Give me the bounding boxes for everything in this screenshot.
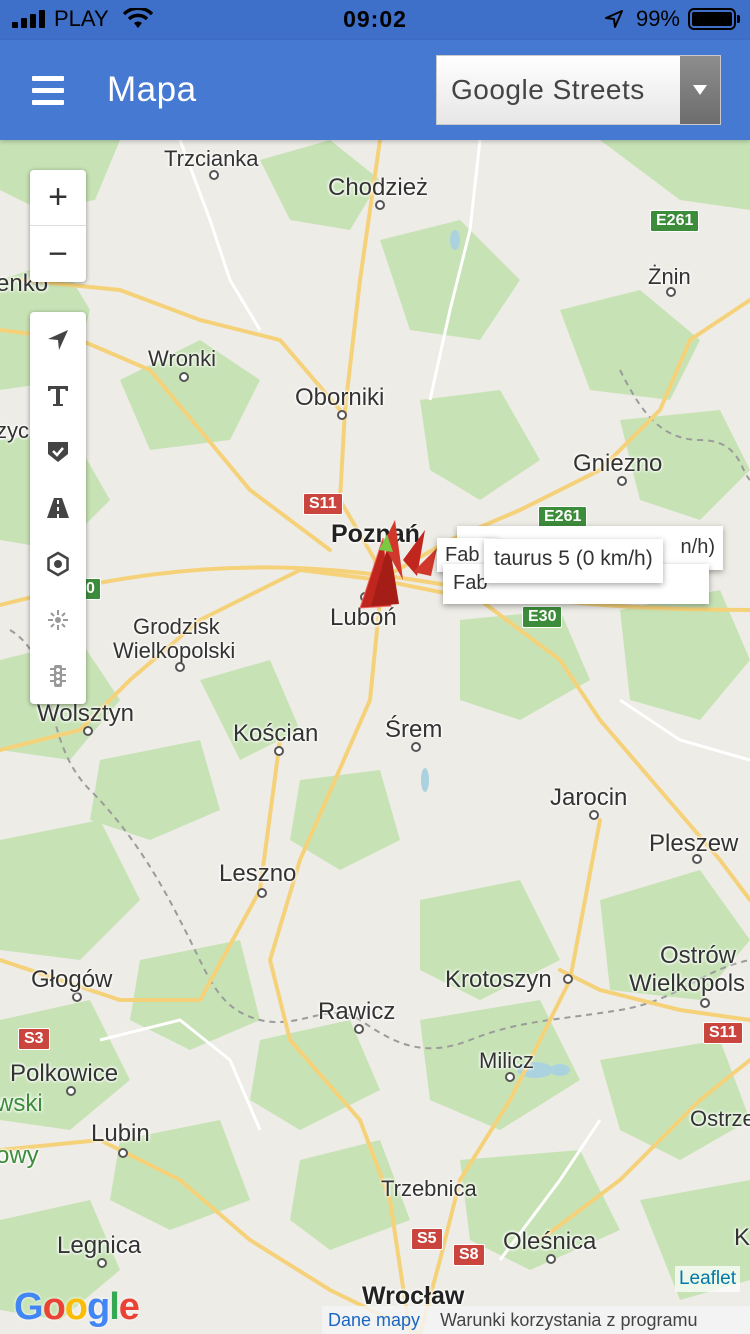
road-shield: S11 <box>303 493 343 515</box>
road-shield: E30 <box>522 606 563 628</box>
app-bar: Mapa Google Streets <box>0 40 750 140</box>
road-shield: S11 <box>703 1022 743 1044</box>
zoom-control: + − <box>30 170 86 282</box>
place-label: wski <box>0 1090 43 1117</box>
map-attribution: Dane mapy Warunki korzystania z programu <box>322 1306 750 1334</box>
place-label: Grodzisk <box>133 614 220 639</box>
place-label: Oleśnica <box>503 1228 597 1255</box>
place-label: Kościan <box>233 720 319 747</box>
zoom-out-button[interactable]: − <box>30 226 86 282</box>
poi-icon <box>48 610 68 630</box>
place-label: Ostrze <box>690 1106 750 1131</box>
popup-fragment: Fab <box>445 544 480 566</box>
map-base-tiles <box>0 140 750 1334</box>
traffic-button[interactable] <box>30 648 86 704</box>
road-shield: S8 <box>453 1244 485 1266</box>
road-shield: E261 <box>538 506 588 528</box>
road-button[interactable] <box>30 480 86 536</box>
shield-check-icon <box>48 442 68 462</box>
vehicle-popup[interactable]: taurus 5 (0 km/h) <box>484 539 663 583</box>
terms-link[interactable]: Warunki korzystania z programu <box>440 1310 697 1331</box>
city-dot <box>175 662 185 672</box>
poi-button[interactable] <box>30 592 86 648</box>
place-label: Śrem <box>385 716 443 743</box>
google-logo: Google <box>14 1286 140 1328</box>
place-label: Żnin <box>648 264 691 289</box>
battery-percent: 99% <box>635 6 680 31</box>
place-label: Pleszew <box>649 830 739 857</box>
place-label: zyc <box>0 418 29 443</box>
place-label: Milicz <box>479 1048 534 1073</box>
place-label: Wielkopols <box>629 970 746 997</box>
place-label: Wronki <box>148 346 217 371</box>
text-tool-button[interactable] <box>30 368 86 424</box>
place-label: Polkowice <box>10 1060 119 1087</box>
city-dot <box>257 888 267 898</box>
map-layer-value: Google Streets <box>451 74 645 105</box>
city-dot <box>179 372 189 382</box>
battery-icon <box>688 8 740 30</box>
place-label: Trzcianka <box>164 146 259 171</box>
text-icon <box>48 386 68 406</box>
place-label: Lubin <box>91 1120 150 1147</box>
place-label: K <box>734 1224 750 1251</box>
vehicle-markers[interactable] <box>355 520 445 610</box>
status-right: 99% <box>604 6 740 32</box>
page-title: Mapa <box>107 70 197 109</box>
map-data-link[interactable]: Dane mapy <box>328 1310 420 1331</box>
navigate-button[interactable] <box>30 312 86 368</box>
settings-button[interactable] <box>30 536 86 592</box>
status-bar: PLAY 09:02 99% <box>0 0 750 40</box>
traffic-light-icon <box>50 665 66 687</box>
place-label: Chodzież <box>328 174 429 201</box>
city-dot <box>563 974 573 984</box>
location-arrow-icon <box>604 10 623 28</box>
geofence-button[interactable] <box>30 424 86 480</box>
place-label: Krotoszyn <box>445 966 552 993</box>
road-shield: E261 <box>650 210 700 232</box>
place-label: owy <box>0 1142 39 1169</box>
place-label: Legnica <box>57 1232 142 1259</box>
place-label: Ostrów <box>660 942 737 969</box>
city-dot <box>118 1148 128 1158</box>
road-shield: S3 <box>18 1028 50 1050</box>
menu-icon[interactable] <box>32 76 64 106</box>
place-label: Oborniki <box>295 384 385 411</box>
navigate-icon <box>48 330 68 350</box>
place-label: Głogów <box>31 966 113 993</box>
dropdown-arrow-icon <box>680 56 720 124</box>
city-dot <box>700 998 710 1008</box>
popup-vehicle-label: taurus 5 (0 km/h) <box>494 547 653 570</box>
road-icon <box>47 498 69 518</box>
zoom-in-button[interactable]: + <box>30 170 86 226</box>
leaflet-link[interactable]: Leaflet <box>674 1266 740 1292</box>
place-label: Jarocin <box>550 784 628 811</box>
popup-fragment: Fab <box>453 572 488 594</box>
map-layer-select[interactable]: Google Streets <box>436 55 721 125</box>
settings-icon <box>47 551 69 577</box>
place-label: Wolsztyn <box>37 700 134 727</box>
place-label: Leszno <box>219 860 297 887</box>
place-label: Wielkopolski <box>113 638 236 663</box>
place-label: Gniezno <box>573 450 663 477</box>
map-tools <box>30 312 86 704</box>
place-label: Trzebnica <box>381 1176 477 1201</box>
road-shield: S5 <box>411 1228 443 1250</box>
popup-speed-fragment: n/h) <box>680 536 715 558</box>
map-canvas[interactable]: Trzcianka Chodzież enko Żnin Wronki Obor… <box>0 140 750 1334</box>
place-label: Rawicz <box>318 998 396 1025</box>
